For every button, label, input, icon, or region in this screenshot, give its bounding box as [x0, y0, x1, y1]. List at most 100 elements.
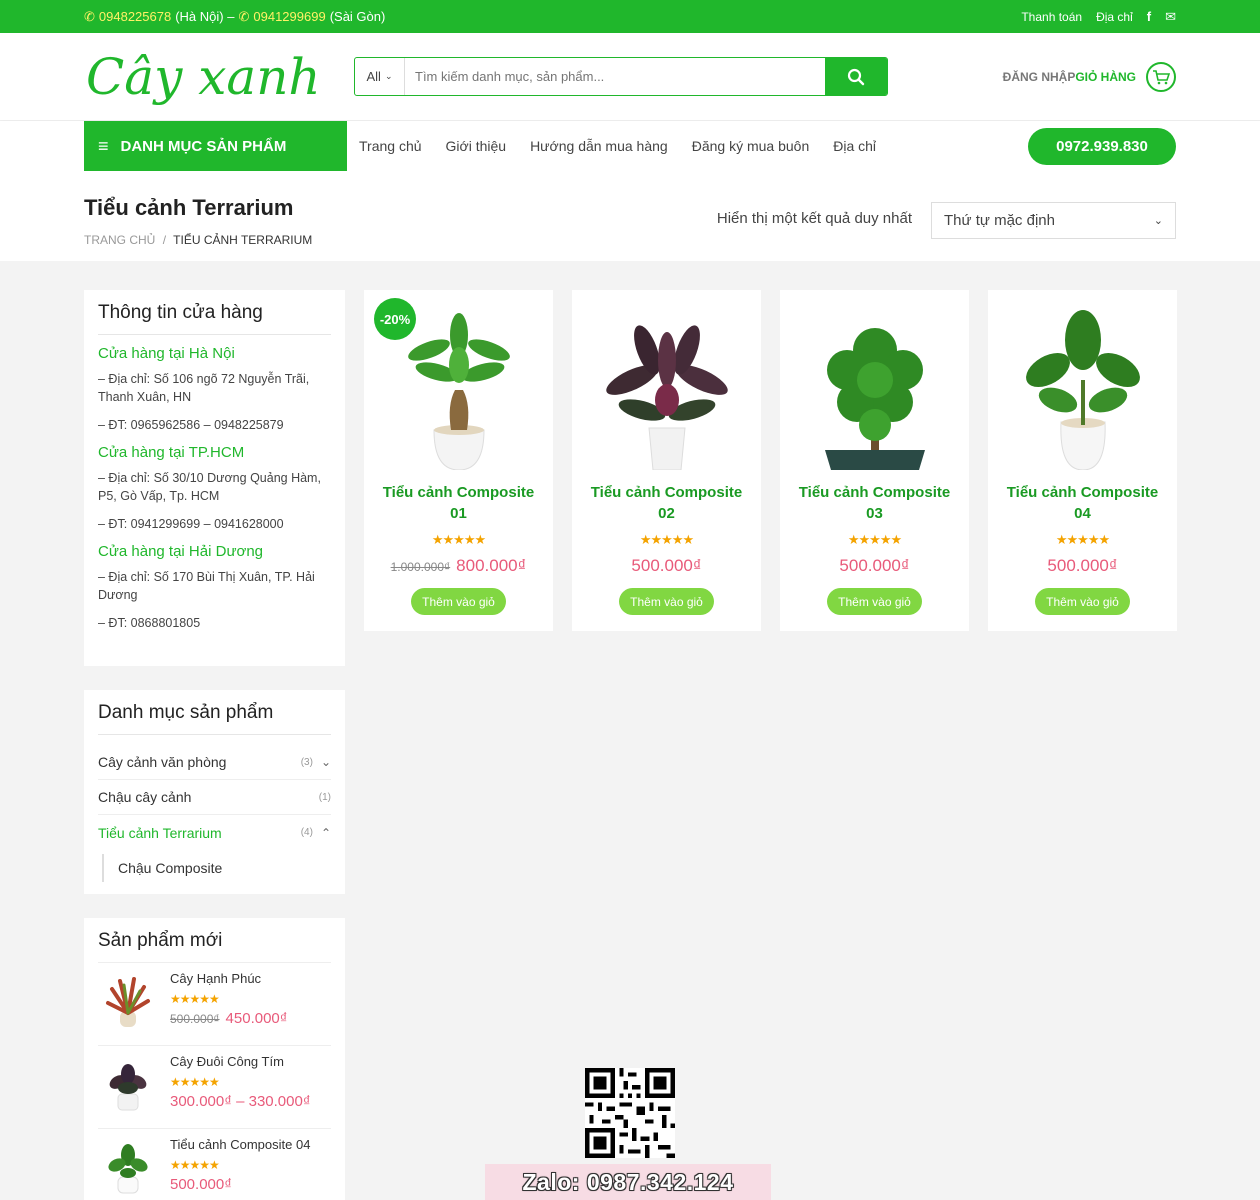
- add-to-cart-button[interactable]: Thêm vào giỏ: [1035, 588, 1130, 615]
- product-thumbnail: [108, 1144, 148, 1194]
- product-name[interactable]: Tiểu cảnh Composite 02: [572, 470, 761, 522]
- old-price: 500.000₫: [170, 1012, 220, 1026]
- product-name[interactable]: Tiểu cảnh Composite 04: [988, 470, 1177, 522]
- breadcrumb-current: TIỂU CẢNH TERRARIUM: [173, 233, 313, 247]
- new-product-item[interactable]: Cây Đuôi Công Tím ★★★★★ 300.000₫ – 330.0…: [98, 1045, 331, 1128]
- new-product-price: 500.000₫ 450.000₫: [170, 1010, 287, 1027]
- store-phone-hanoi: – ĐT: 0965962586 – 0948225879: [98, 418, 284, 432]
- product-image[interactable]: [780, 290, 969, 470]
- cart-icon[interactable]: [1146, 61, 1176, 92]
- nav-address[interactable]: Địa chỉ: [833, 138, 876, 154]
- category-item-active[interactable]: Tiểu cảnh Terrarium (4) ⌃: [98, 815, 331, 850]
- top-bar: ✆ 0948225678 (Hà Nội) – ✆ 0941299699 (Sà…: [0, 0, 1260, 33]
- product-image[interactable]: [572, 290, 761, 470]
- product-card[interactable]: Tiểu cảnh Composite 04 ★★★★★ 500.000₫ Th…: [988, 290, 1177, 631]
- chevron-up-icon[interactable]: ⌃: [321, 826, 331, 840]
- category-item[interactable]: Cây cảnh văn phòng (3) ⌄: [98, 745, 331, 780]
- product-thumbnail: [106, 977, 150, 1027]
- facebook-icon[interactable]: f: [1147, 9, 1151, 24]
- category-widget: Danh mục sản phẩm Cây cảnh văn phòng (3)…: [84, 690, 345, 894]
- link-dia-chi[interactable]: Địa chỉ: [1096, 10, 1133, 24]
- add-to-cart-button[interactable]: Thêm vào giỏ: [619, 588, 714, 615]
- new-product-name[interactable]: Cây Đuôi Công Tím: [170, 1054, 311, 1069]
- zalo-banner[interactable]: Zalo: 0987.342.124: [485, 1164, 771, 1200]
- hamburger-icon: ≡: [98, 135, 109, 156]
- category-item[interactable]: Chậu cây cảnh (1): [98, 780, 331, 815]
- new-products-title: Sản phẩm mới: [98, 930, 223, 951]
- page-title: Tiểu cảnh Terrarium: [84, 195, 294, 220]
- store-address-hanoi: – Địa chỉ: Số 106 ngõ 72 Nguyễn Trãi, Th…: [98, 372, 310, 404]
- rating-stars: ★★★★★: [847, 532, 902, 547]
- plant-image: [1025, 310, 1140, 470]
- nav-about[interactable]: Giới thiệu: [446, 138, 507, 154]
- envelope-icon[interactable]: ✉: [1165, 9, 1176, 25]
- rating-stars: ★★★★★: [170, 992, 220, 1006]
- result-count: Hiển thị một kết quả duy nhất: [716, 210, 912, 227]
- chevron-down-icon: ⌄: [1153, 215, 1163, 227]
- category-count: (4): [300, 827, 313, 838]
- search-input[interactable]: [405, 58, 825, 95]
- phone-hanoi[interactable]: 0948225678: [99, 9, 171, 24]
- add-to-cart-button[interactable]: Thêm vào giỏ: [411, 588, 506, 615]
- store-name-hanoi[interactable]: Cửa hàng tại Hà Nội: [98, 345, 331, 362]
- nav-links: Trang chủ Giới thiệu Hướng dẫn mua hàng …: [359, 138, 876, 154]
- store-phone-hcm: – ĐT: 0941299699 – 0941628000: [98, 517, 284, 531]
- subcategory-item[interactable]: Chậu Composite: [102, 854, 331, 882]
- store-name-hcm[interactable]: Cửa hàng tại TP.HCM: [98, 444, 331, 461]
- product-name[interactable]: Tiểu cảnh Composite 01: [364, 470, 553, 522]
- sale-price: 450.000₫: [225, 1010, 288, 1027]
- store-address-haiduong: – Địa chỉ: Số 170 Bùi Thị Xuân, TP. Hải …: [98, 570, 315, 602]
- store-address-hcm: – Địa chỉ: Số 30/10 Dương Quảng Hàm, P5,…: [98, 471, 321, 503]
- chevron-down-icon: ⌄: [384, 71, 393, 81]
- rating-stars: ★★★★★: [431, 532, 486, 547]
- sale-price: 300.000₫ – 330.000₫: [170, 1093, 311, 1110]
- product-price: 1.000.000₫ 800.000₫: [364, 556, 553, 576]
- store-info-widget: Thông tin cửa hàng Cửa hàng tại Hà Nội –…: [84, 290, 345, 666]
- breadcrumb-home[interactable]: TRANG CHỦ: [84, 233, 155, 247]
- product-price: 500.000₫: [572, 556, 761, 576]
- new-product-name[interactable]: Cây Hạnh Phúc: [170, 971, 287, 986]
- chevron-down-icon[interactable]: ⌄: [321, 755, 331, 769]
- account-area: ĐĂNG NHẬP GIỎ HÀNG: [1003, 61, 1176, 92]
- new-product-item[interactable]: Cây Hạnh Phúc ★★★★★ 500.000₫ 450.000₫: [98, 962, 331, 1045]
- search-category-value: All: [366, 69, 381, 84]
- order-select-value: Thứ tự mặc định: [944, 212, 1055, 229]
- sale-badge: -20%: [374, 298, 416, 340]
- nav-home[interactable]: Trang chủ: [359, 138, 422, 154]
- contact-phones: ✆ 0948225678 (Hà Nội) – ✆ 0941299699 (Sà…: [84, 9, 385, 25]
- sidebar: Thông tin cửa hàng Cửa hàng tại Hà Nội –…: [84, 290, 345, 1200]
- sale-price: 500.000₫: [1047, 556, 1118, 575]
- cart-link[interactable]: GIỎ HÀNG: [1075, 70, 1136, 84]
- old-price: 1.000.000₫: [390, 560, 451, 574]
- breadcrumb: TRANG CHỦ / TIỂU CẢNH TERRARIUM: [84, 233, 312, 247]
- rating-stars: ★★★★★: [639, 532, 694, 547]
- product-card[interactable]: -20% Tiểu cảnh Composite 01 ★★★★★ 1.000.…: [364, 290, 553, 631]
- order-select[interactable]: Thứ tự mặc định ⌄: [931, 202, 1176, 239]
- nav-guide[interactable]: Hướng dẫn mua hàng: [530, 138, 668, 154]
- sale-price: 500.000₫: [170, 1176, 232, 1193]
- nav-wholesale[interactable]: Đăng ký mua buôn: [692, 138, 810, 154]
- new-product-item[interactable]: Tiểu cảnh Composite 04 ★★★★★ 500.000₫: [98, 1128, 331, 1200]
- new-product-name[interactable]: Tiểu cảnh Composite 04: [170, 1137, 310, 1152]
- site-logo[interactable]: Cây xanh: [84, 42, 324, 112]
- product-name[interactable]: Tiểu cảnh Composite 03: [780, 470, 969, 522]
- new-products-widget: Sản phẩm mới Cây Hạnh Phúc ★★★★★ 500.000…: [84, 918, 345, 1200]
- search-button[interactable]: [825, 58, 887, 95]
- product-image[interactable]: [988, 290, 1177, 470]
- category-count: (3): [300, 756, 313, 768]
- rating-stars: ★★★★★: [1055, 532, 1110, 547]
- qr-code[interactable]: [585, 1068, 675, 1158]
- link-thanh-toan[interactable]: Thanh toán: [1021, 10, 1082, 24]
- search-category-select[interactable]: All ⌄: [355, 58, 405, 95]
- product-card[interactable]: Tiểu cảnh Composite 03 ★★★★★ 500.000₫ Th…: [780, 290, 969, 631]
- login-link[interactable]: ĐĂNG NHẬP: [1003, 70, 1076, 84]
- add-to-cart-button[interactable]: Thêm vào giỏ: [827, 588, 922, 615]
- store-name-haiduong[interactable]: Cửa hàng tại Hải Dương: [98, 543, 331, 560]
- main-nav: ≡ DANH MỤC SẢN PHẨM Trang chủ Giới thiệu…: [0, 121, 1260, 171]
- product-category-menu[interactable]: ≡ DANH MỤC SẢN PHẨM: [84, 121, 347, 171]
- product-card[interactable]: Tiểu cảnh Composite 02 ★★★★★ 500.000₫ Th…: [572, 290, 761, 631]
- search-bar: All ⌄: [354, 57, 888, 96]
- hotline-button[interactable]: 0972.939.830: [1028, 127, 1176, 165]
- phone-saigon[interactable]: 0941299699: [253, 9, 325, 24]
- plant-image: [824, 328, 925, 470]
